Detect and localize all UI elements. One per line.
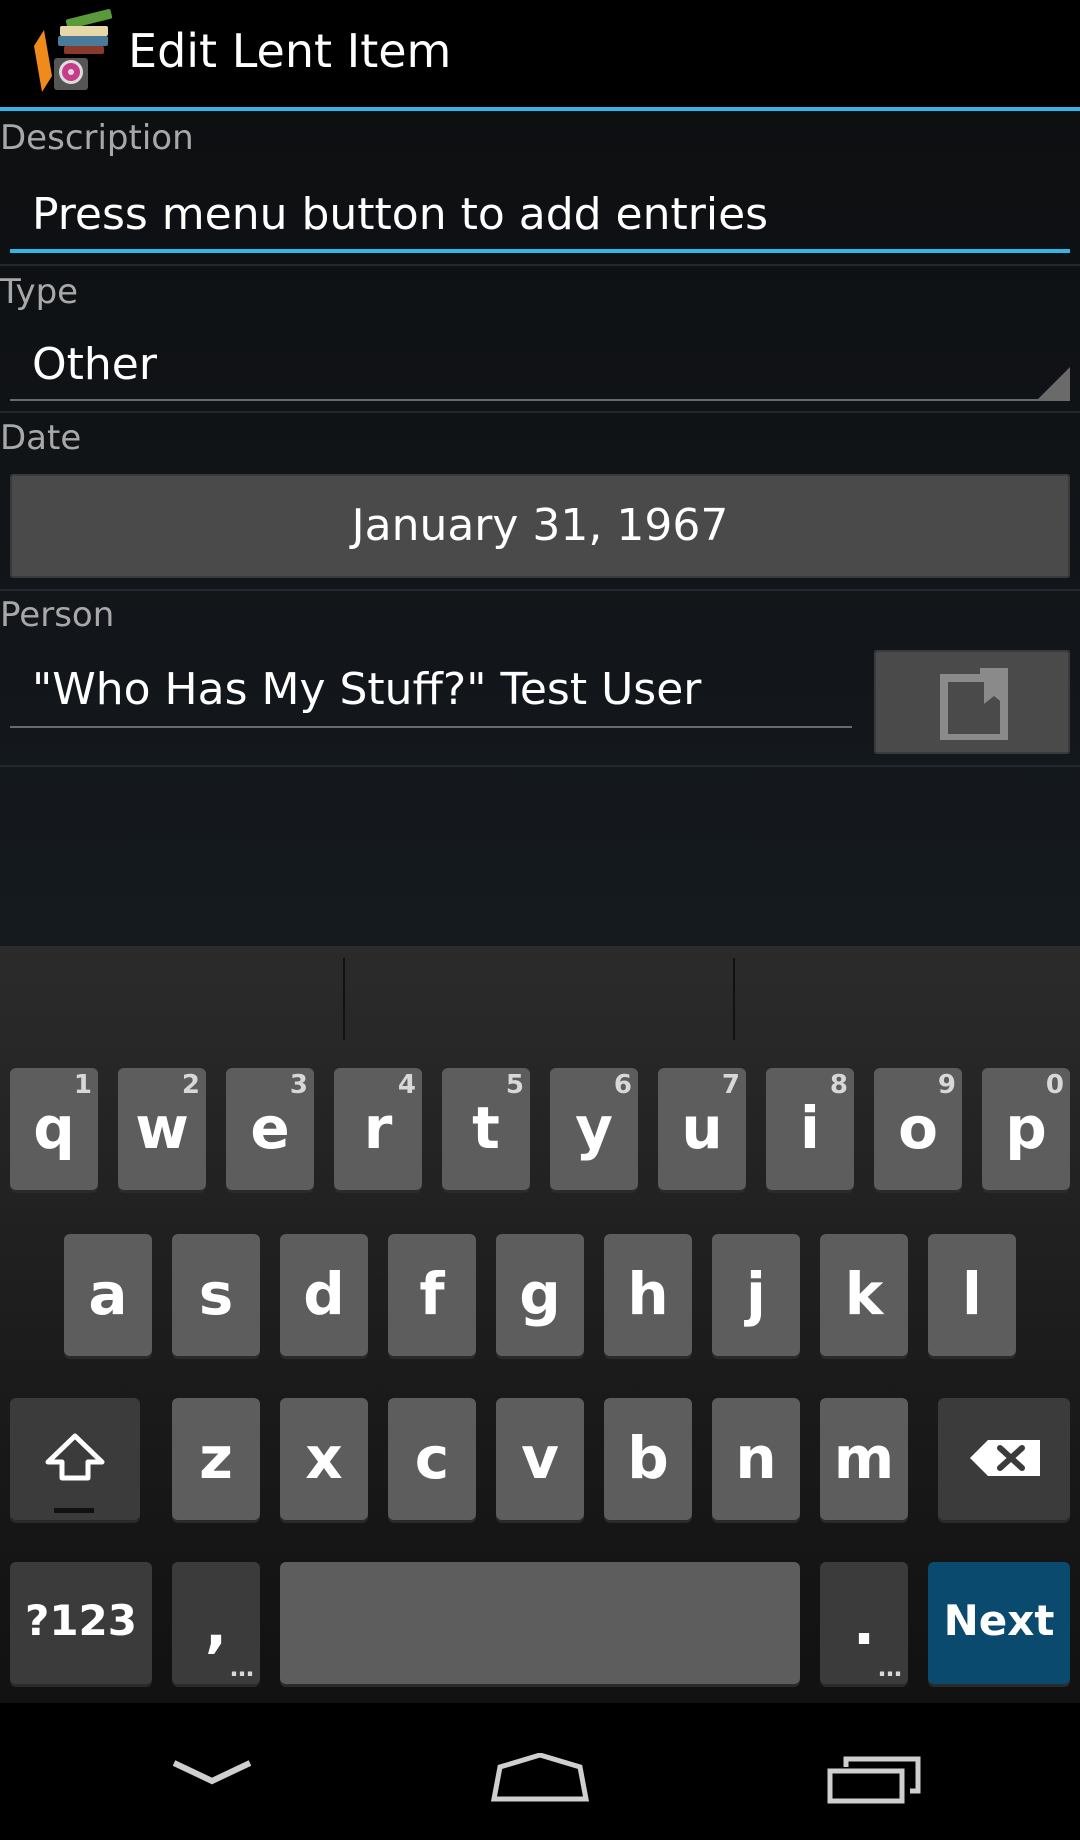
key-g[interactable]: g <box>496 1234 584 1356</box>
key-number-hint: 3 <box>289 1070 308 1100</box>
symbols-key[interactable]: ?123 <box>10 1562 152 1684</box>
key-a[interactable]: a <box>64 1234 152 1356</box>
key-number-hint: 0 <box>1045 1070 1064 1100</box>
screen-title: Edit Lent Item <box>128 24 452 78</box>
suggestion-divider <box>733 958 735 1040</box>
back-icon <box>172 1760 252 1785</box>
key-q[interactable]: q1 <box>10 1068 98 1190</box>
shift-indicator <box>54 1508 94 1513</box>
person-underline <box>10 726 852 728</box>
contact-picker-button[interactable] <box>874 650 1070 754</box>
key-number-hint: 7 <box>721 1070 740 1100</box>
type-label: Type <box>0 272 79 312</box>
description-label: Description <box>0 118 194 158</box>
separator <box>0 765 1080 767</box>
contact-picker-icon <box>940 668 1008 740</box>
navigation-bar <box>0 1703 1080 1840</box>
key-s[interactable]: s <box>172 1234 260 1356</box>
key-number-hint: 9 <box>937 1070 956 1100</box>
separator <box>0 411 1080 413</box>
key-number-hint: 4 <box>397 1070 416 1100</box>
more-dots: … <box>878 1654 902 1682</box>
key-k[interactable]: k <box>820 1234 908 1356</box>
date-label: Date <box>0 418 82 458</box>
spinner-arrow-icon <box>1036 367 1070 401</box>
home-icon <box>490 1753 590 1802</box>
key-o[interactable]: o9 <box>874 1068 962 1190</box>
key-j[interactable]: j <box>712 1234 800 1356</box>
key-x[interactable]: x <box>280 1398 368 1520</box>
recents-icon <box>827 1756 921 1804</box>
person-label: Person <box>0 595 115 635</box>
type-spinner[interactable]: Other <box>32 339 157 390</box>
key-number-hint: 8 <box>829 1070 848 1100</box>
key-c[interactable]: c <box>388 1398 476 1520</box>
key-t[interactable]: t5 <box>442 1068 530 1190</box>
key-z[interactable]: z <box>172 1398 260 1520</box>
separator <box>0 589 1080 591</box>
home-button[interactable] <box>440 1703 640 1840</box>
key-number-hint: 5 <box>505 1070 524 1100</box>
type-underline <box>10 399 1070 401</box>
key-d[interactable]: d <box>280 1234 368 1356</box>
soft-keyboard: q1w2e3r4t5y6u7i8o9p0 asdfghjkl zxcvbnm ?… <box>0 946 1080 1703</box>
date-picker-button[interactable]: January 31, 1967 <box>10 474 1070 578</box>
action-bar: Edit Lent Item <box>0 0 1080 111</box>
key-f[interactable]: f <box>388 1234 476 1356</box>
shift-key[interactable] <box>10 1398 140 1520</box>
key-e[interactable]: e3 <box>226 1068 314 1190</box>
period-key[interactable]: . … <box>820 1562 908 1684</box>
person-input[interactable]: "Who Has My Stuff?" Test User <box>32 664 701 715</box>
key-l[interactable]: l <box>928 1234 1016 1356</box>
space-key[interactable] <box>280 1562 800 1684</box>
key-h[interactable]: h <box>604 1234 692 1356</box>
suggestion-divider <box>343 958 345 1040</box>
key-number-hint: 6 <box>613 1070 632 1100</box>
back-button[interactable] <box>112 1703 312 1840</box>
app-books-icon[interactable] <box>30 6 120 96</box>
key-i[interactable]: i8 <box>766 1068 854 1190</box>
key-number-hint: 2 <box>181 1070 200 1100</box>
recents-button[interactable] <box>772 1703 972 1840</box>
key-r[interactable]: r4 <box>334 1068 422 1190</box>
key-y[interactable]: y6 <box>550 1068 638 1190</box>
key-m[interactable]: m <box>820 1398 908 1520</box>
separator <box>0 264 1080 266</box>
backspace-key[interactable] <box>938 1398 1070 1520</box>
shift-icon <box>45 1433 105 1481</box>
comma-key[interactable]: , … <box>172 1562 260 1684</box>
description-focus-line <box>10 249 1070 253</box>
next-key[interactable]: Next <box>928 1562 1070 1684</box>
key-n[interactable]: n <box>712 1398 800 1520</box>
key-p[interactable]: p0 <box>982 1068 1070 1190</box>
key-u[interactable]: u7 <box>658 1068 746 1190</box>
key-b[interactable]: b <box>604 1398 692 1520</box>
more-dots: … <box>230 1654 254 1682</box>
key-v[interactable]: v <box>496 1398 584 1520</box>
key-w[interactable]: w2 <box>118 1068 206 1190</box>
backspace-icon <box>970 1440 1040 1476</box>
key-number-hint: 1 <box>73 1070 92 1100</box>
description-input[interactable]: Press menu button to add entries <box>32 189 768 240</box>
